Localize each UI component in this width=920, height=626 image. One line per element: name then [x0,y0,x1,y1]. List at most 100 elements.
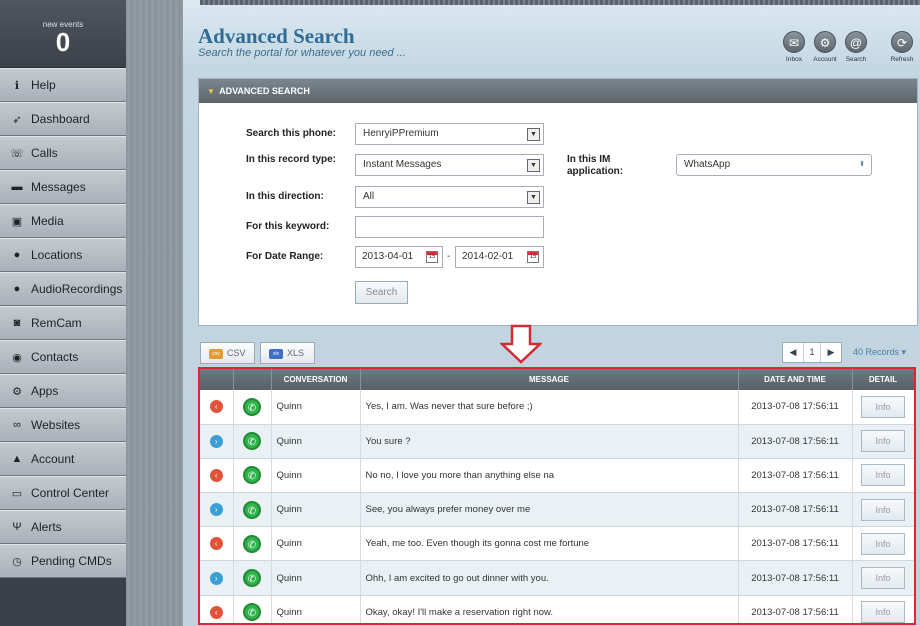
current-page[interactable]: 1 [803,343,821,362]
info-icon: ℹ [14,79,20,92]
export-xls-button[interactable]: xls XLS [260,342,315,364]
sidebar-item-label: Media [31,214,64,228]
header-message[interactable]: MESSAGE [360,369,739,390]
refresh-button[interactable]: ⟳ Refresh [887,31,917,63]
sidebar-item-contacts[interactable]: ◉ Contacts [0,340,126,374]
info-button[interactable]: Info [861,464,905,487]
message-cell: Ohh, I am excited to go out dinner with … [360,560,739,596]
export-csv-button[interactable]: csv CSV [200,342,255,364]
search-button[interactable]: Search [355,281,408,304]
calendar-icon[interactable]: 15 [426,251,438,263]
sidebar-item-websites[interactable]: ∞ Websites [0,408,126,442]
info-button[interactable]: Info [861,395,905,418]
sidebar-item-remcam[interactable]: ◙ RemCam [0,306,126,340]
sidebar-item-calls[interactable]: ☏ Calls [0,136,126,170]
new-events-counter[interactable]: new events 0 [0,0,126,68]
record-type-select[interactable]: Instant Messages ▼ [355,154,544,176]
sidebar-item-locations[interactable]: ● Locations [0,238,126,272]
sidebar: new events 0 ℹ Help ➶ Dashboard ☏ Calls ▬ Messa… [0,0,126,626]
direction-cell: › [200,492,234,527]
sidebar-item-label: Websites [31,418,81,432]
sidebar-item-media[interactable]: ▣ Media [0,204,126,238]
sidebar-item-alerts[interactable]: Ψ Alerts [0,510,126,544]
info-button[interactable]: Info [861,430,905,453]
phone-select[interactable]: HenryiPPremium ▼ [355,123,544,145]
sidebar-item-control-center[interactable]: ▭ Control Center [0,476,126,510]
rocket-icon: ➶ [12,113,22,126]
sidebar-item-label: Account [31,452,75,466]
date-from-input[interactable]: 2013-04-01 15 [355,246,443,268]
csv-label: CSV [227,348,246,358]
search-label: Search [845,56,867,63]
xls-file-icon: xls [269,348,283,359]
sidebar-item-account[interactable]: ▲ Account [0,442,126,476]
calendar-icon[interactable]: 15 [527,251,539,263]
sidebar-item-dashboard[interactable]: ➶ Dashboard [0,102,126,136]
info-button[interactable]: Info [861,532,905,555]
keyword-input[interactable] [355,216,544,238]
sidebar-item-label: Apps [31,384,59,398]
table-header: CONVERSATION MESSAGE DATE AND TIME DETAI… [200,369,914,390]
next-page-button[interactable]: ▶ [821,343,841,362]
detail-cell: Info [852,492,914,527]
inbox-button[interactable]: ✉ Inbox [779,31,809,63]
message-cell: No no, I love you more than anything els… [360,458,739,493]
table-row[interactable]: › ✆ Quinn You sure ? 2013-07-08 17:56:11 Info [200,424,914,459]
conversation-cell: Quinn [271,560,361,596]
table-row[interactable]: › ✆ Quinn See, you always prefer money over… [200,492,914,527]
top-border [200,0,920,5]
records-dropdown[interactable]: 40 Records ▾ [853,347,906,358]
sidebar-item-apps[interactable]: ⚙ Apps [0,374,126,408]
table-row[interactable]: ‹ ✆ Quinn No no, I love you more than anyth… [200,458,914,493]
sidebar-item-messages[interactable]: ▬ Messages [0,170,126,204]
datetime-cell: 2013-07-08 17:56:11 [738,390,853,425]
search-button-top[interactable]: @ Search [841,31,871,63]
prev-page-button[interactable]: ◀ [783,343,803,362]
app-cell: ✆ [233,390,272,425]
im-app-value: WhatsApp [684,159,731,170]
sidebar-item-audiorecordings[interactable]: ● AudioRecordings [0,272,126,306]
sidebar-item-pending-cmds[interactable]: ◷ Pending CMDs [0,544,126,578]
info-button[interactable]: Info [861,567,905,590]
detail-cell: Info [852,390,914,425]
direction-select[interactable]: All ▼ [355,186,544,208]
new-events-label: new events [42,20,84,29]
user-icon: ▲ [11,453,23,465]
datetime-cell: 2013-07-08 17:56:11 [738,526,853,561]
info-button[interactable]: Info [861,601,905,623]
direction-label: In this direction: [246,191,324,202]
at-icon: @ [845,31,867,53]
media-icon: ▣ [11,215,23,228]
panel-header[interactable]: ▼ ADVANCED SEARCH [199,79,917,103]
sidebar-item-label: AudioRecordings [31,282,123,296]
direction-cell: ‹ [200,595,234,623]
pin-icon: ● [13,249,21,261]
refresh-icon: ⟳ [891,31,913,53]
sidebar-item-label: Control Center [31,486,110,500]
header-app [233,369,272,390]
table-row[interactable]: ‹ ✆ Quinn Yes, I am. Was never that sure be… [200,390,914,425]
header-datetime[interactable]: DATE AND TIME [738,369,853,390]
sidebar-item-label: Messages [31,180,86,194]
incoming-arrow-icon: › [209,571,223,585]
conversation-cell: Quinn [271,458,361,493]
message-cell: See, you always prefer money over me [360,492,739,527]
advanced-search-panel: ▼ ADVANCED SEARCH Search this phone: Hen… [198,78,918,326]
table-row[interactable]: ‹ ✆ Quinn Okay, okay! I'll make a reservati… [200,595,914,623]
im-app-select[interactable]: WhatsApp ⬍ [676,154,872,176]
direction-cell: ‹ [200,458,234,493]
datetime-cell: 2013-07-08 17:56:11 [738,492,853,527]
collapse-arrow-icon: ▼ [207,87,215,96]
dropdown-arrow-icon: ▼ [527,159,540,172]
date-to-input[interactable]: 2014-02-01 15 [455,246,544,268]
direction-value: All [363,191,375,202]
table-row[interactable]: ‹ ✆ Quinn Yeah, me too. Even though its gon… [200,526,914,561]
sidebar-item-help[interactable]: ℹ Help [0,68,126,102]
account-button[interactable]: ⚙ Account [810,31,840,63]
table-row[interactable]: › ✆ Quinn Ohh, I am excited to go out dinne… [200,560,914,596]
panel-heading: ADVANCED SEARCH [219,86,310,96]
header-conversation[interactable]: CONVERSATION [271,369,361,390]
account-label: Account [813,56,837,63]
page-title: Advanced Search [198,24,355,48]
info-button[interactable]: Info [861,498,905,521]
